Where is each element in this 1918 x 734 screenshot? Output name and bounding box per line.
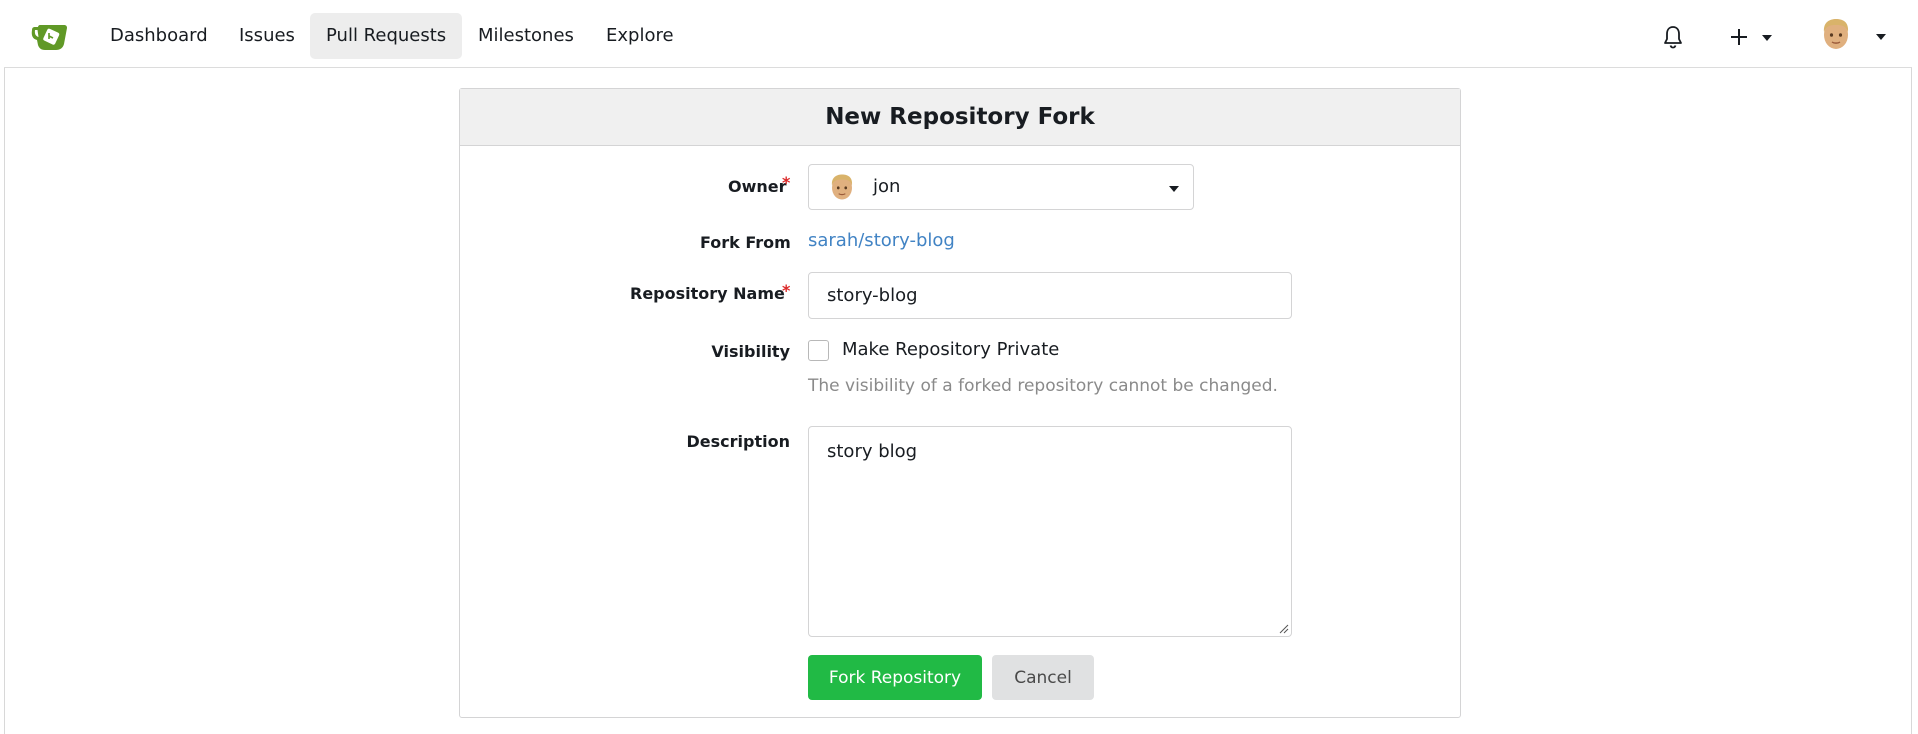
visibility-help-text: The visibility of a forked repository ca… [808,376,1278,396]
nav-issues[interactable]: Issues [223,13,311,59]
owner-label: Owner [728,177,787,196]
nav-milestones[interactable]: Milestones [462,13,590,59]
repo-name-input[interactable] [808,272,1292,319]
top-navbar: Dashboard Issues Pull Requests Milestone… [4,4,1912,68]
description-label: Description [686,432,790,451]
user-menu[interactable] [1818,16,1890,56]
nav-explore[interactable]: Explore [590,13,690,59]
fork-from-label: Fork From [700,233,791,252]
plus-icon [1731,29,1747,45]
chevron-down-icon [1762,35,1772,41]
nav-dashboard[interactable]: Dashboard [94,13,224,59]
required-marker: * [782,281,791,300]
visibility-label: Visibility [711,342,790,361]
fork-repository-button[interactable]: Fork Repository [808,655,982,700]
private-checkbox-label[interactable]: Make Repository Private [842,339,1059,360]
chevron-down-icon [1169,186,1179,192]
owner-avatar [831,174,853,200]
owner-dropdown[interactable]: jon [808,164,1194,210]
fork-from-link[interactable]: sarah/story-blog [808,230,955,251]
bell-icon[interactable] [1660,24,1686,50]
description-textarea[interactable]: story blog [808,426,1292,637]
resize-handle-icon[interactable] [1278,623,1289,634]
owner-value: jon [873,176,901,197]
required-marker: * [782,173,791,192]
avatar [1823,19,1849,49]
private-checkbox[interactable] [808,340,829,361]
chevron-down-icon [1876,34,1886,40]
create-new-menu[interactable] [1726,24,1786,50]
repo-name-label: Repository Name [630,284,785,303]
cancel-button[interactable]: Cancel [992,655,1094,700]
nav-pull-requests[interactable]: Pull Requests [310,13,463,59]
form-title: New Repository Fork [460,89,1460,146]
gitea-logo-icon[interactable] [30,22,70,52]
